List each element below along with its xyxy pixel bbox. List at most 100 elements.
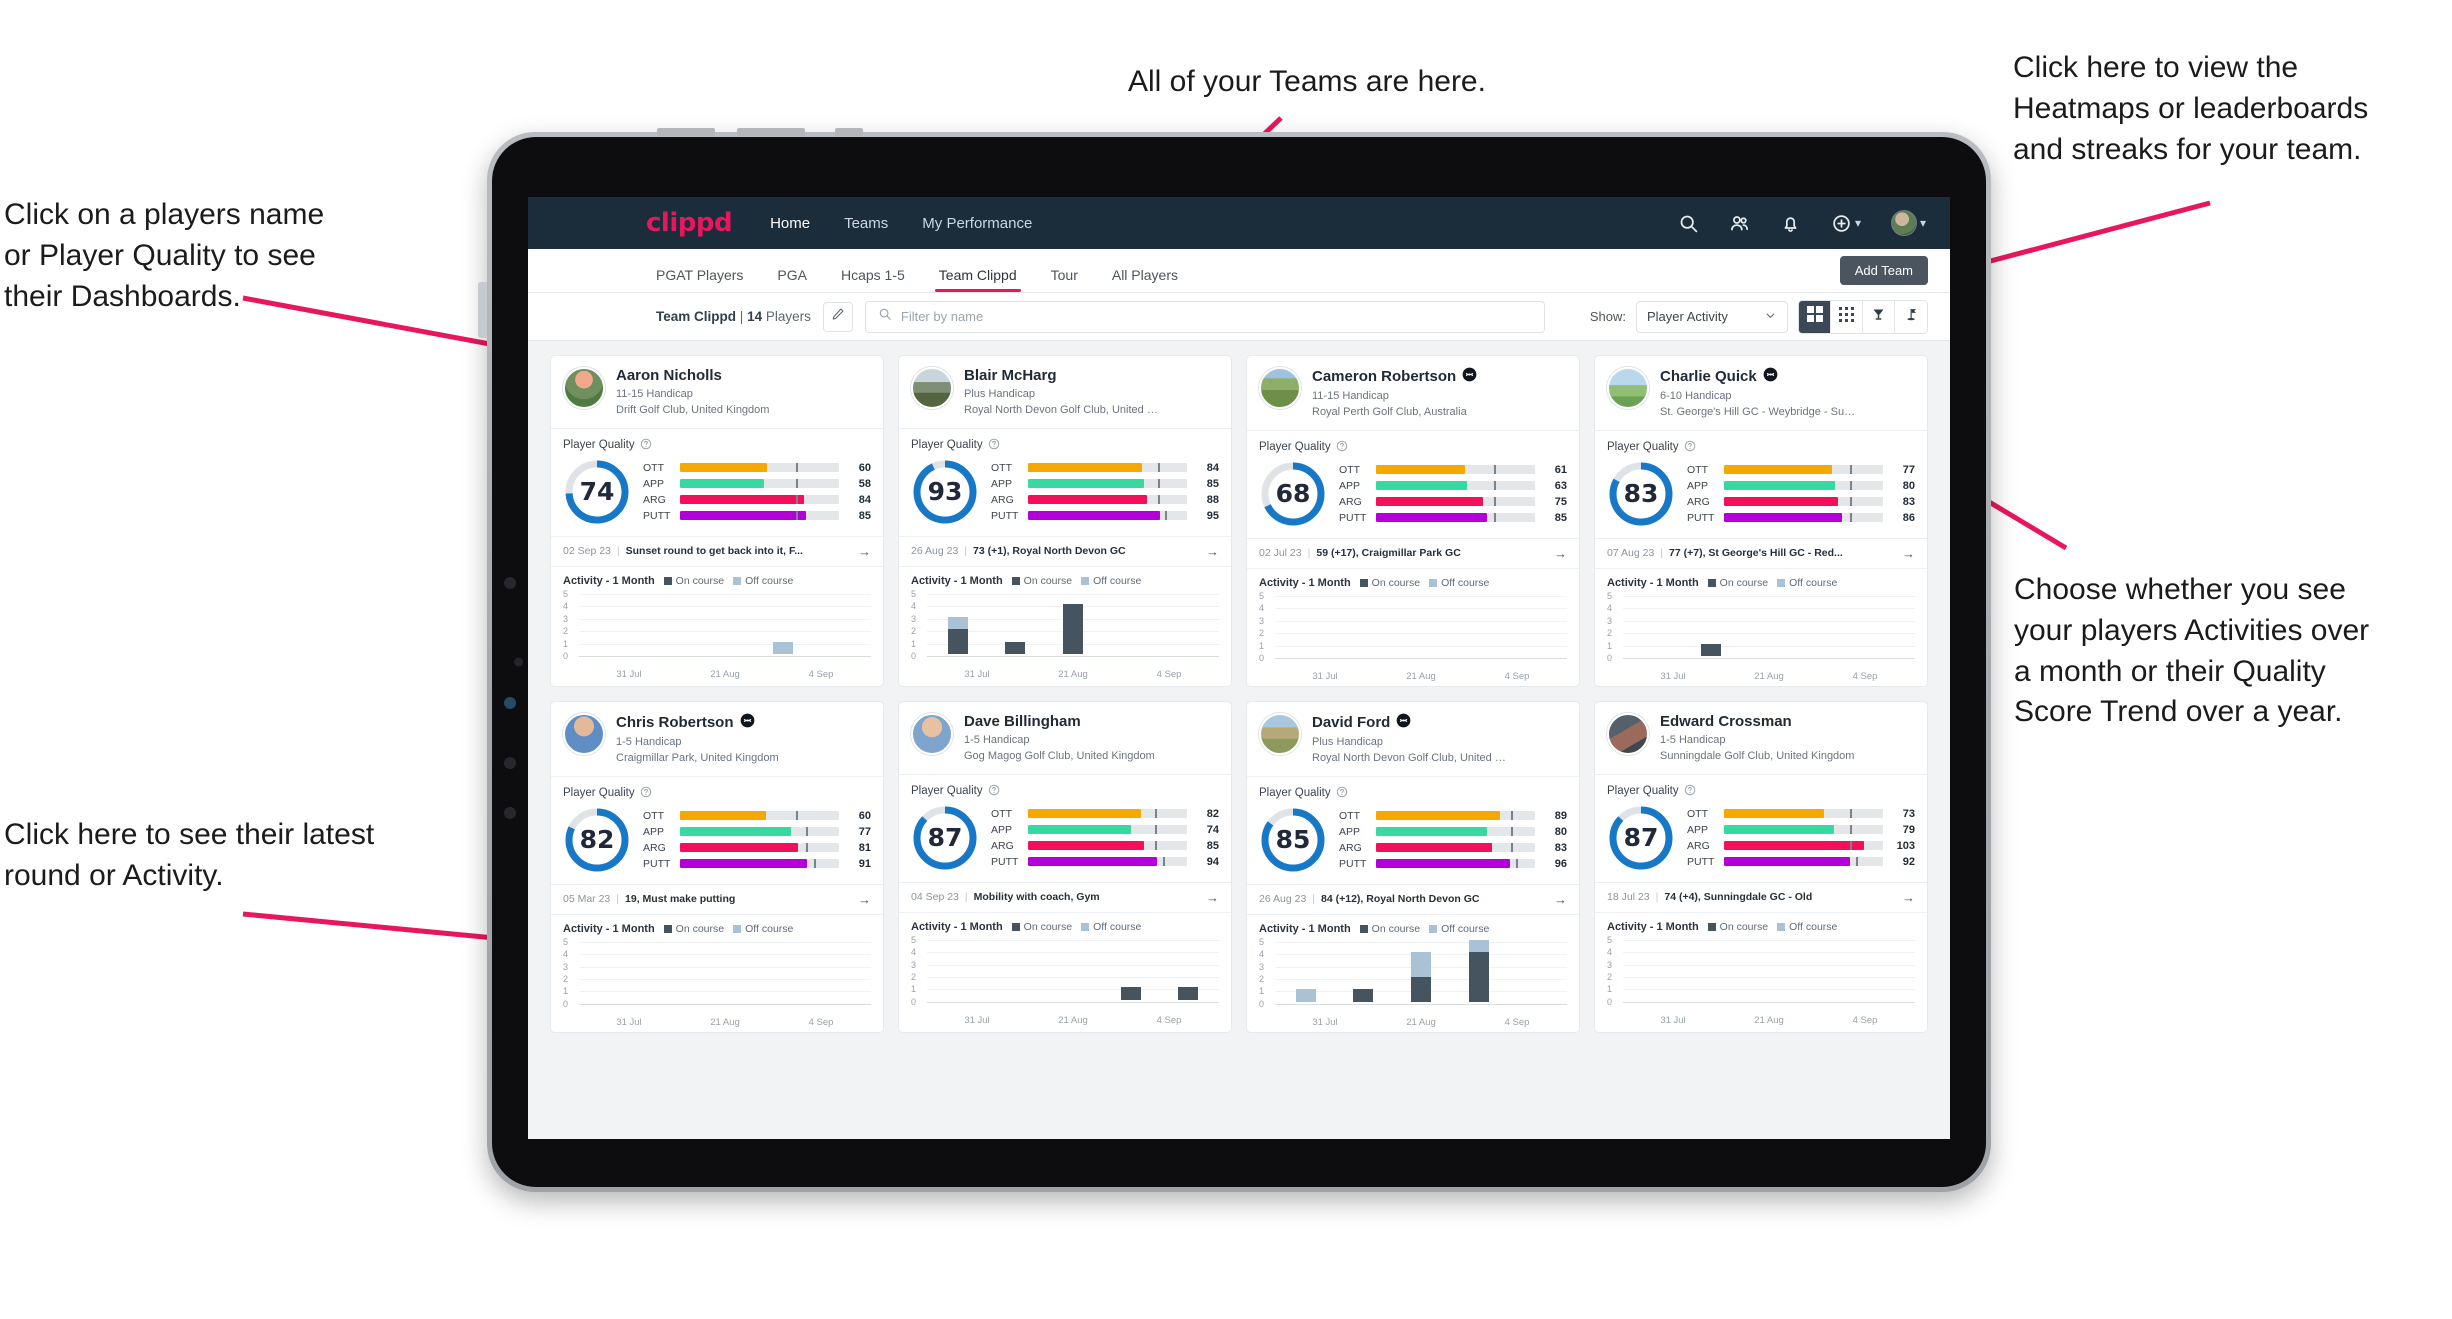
- view-leaderboard-button[interactable]: [1863, 300, 1895, 333]
- latest-activity-row[interactable]: 18 Jul 23 | 74 (+4), Sunningdale GC - Old →: [1595, 881, 1927, 912]
- nav-link-my-performance[interactable]: My Performance: [922, 215, 1032, 232]
- tab-all-players[interactable]: All Players: [1112, 267, 1178, 292]
- show-select[interactable]: Player Activity: [1636, 300, 1788, 333]
- latest-activity-row[interactable]: 02 Sep 23 | Sunset round to get back into …: [551, 535, 883, 566]
- arrow-right-icon[interactable]: →: [1206, 544, 1219, 559]
- tab-pgat-players[interactable]: PGAT Players: [656, 267, 743, 292]
- player-name[interactable]: Dave Billingham: [964, 713, 1155, 730]
- player-card-header[interactable]: Edward Crossman 1-5 Handicap Sunningdale G…: [1595, 702, 1927, 774]
- quality-metric-bars: OTT 60 APP 58 ARG 84 PUTT 85: [643, 462, 871, 522]
- metric-label: ARG: [1339, 841, 1362, 854]
- player-card-header[interactable]: David Ford Plus Handicap Royal North Devon…: [1247, 702, 1579, 776]
- player-quality-section[interactable]: Player Quality 74 OTT 60 APP 58 ARG 84 PUTT 85: [551, 429, 883, 536]
- avatar[interactable]: [1607, 712, 1649, 755]
- avatar[interactable]: [911, 367, 953, 409]
- avatar[interactable]: [1607, 367, 1649, 409]
- avatar[interactable]: [1259, 367, 1301, 409]
- question-circle-icon[interactable]: [988, 438, 1000, 453]
- arrow-right-icon[interactable]: →: [1206, 890, 1219, 905]
- player-card[interactable]: Cameron Robertson 11-15 Handicap Royal Per…: [1246, 355, 1580, 687]
- search-icon[interactable]: [1678, 213, 1699, 234]
- account-menu[interactable]: ▾: [1890, 210, 1926, 236]
- player-quality-section[interactable]: Player Quality 82 OTT 60 APP 77 ARG 81 PUTT 91: [551, 777, 883, 884]
- player-quality-section[interactable]: Player Quality 87 OTT 82 APP 74 ARG 85 PUTT 94: [899, 775, 1231, 882]
- tab-hcaps-1-5[interactable]: Hcaps 1-5: [841, 267, 905, 292]
- search-field-wrapper[interactable]: [864, 300, 1545, 333]
- player-quality-section[interactable]: Player Quality 93 OTT 84 APP 85 ARG 88 PUTT 95: [899, 429, 1231, 536]
- metric-value: 80: [1554, 825, 1567, 838]
- player-card-header[interactable]: Charlie Quick 6-10 Handicap St. George's H…: [1595, 356, 1927, 430]
- arrow-right-icon[interactable]: →: [1554, 546, 1567, 561]
- player-name[interactable]: David Ford: [1312, 713, 1508, 732]
- player-card[interactable]: Edward Crossman 1-5 Handicap Sunningdale G…: [1594, 700, 1928, 1033]
- latest-activity-row[interactable]: 07 Aug 23 | 77 (+7), St George's Hill GC -…: [1595, 537, 1927, 568]
- arrow-right-icon[interactable]: →: [858, 544, 871, 559]
- latest-activity-row[interactable]: 26 Aug 23 | 73 (+1), Royal North Devon GC →: [899, 535, 1231, 566]
- avatar[interactable]: [563, 712, 605, 755]
- player-card[interactable]: Dave Billingham 1-5 Handicap Gog Magog Gol…: [898, 700, 1232, 1033]
- question-circle-icon[interactable]: [1336, 440, 1348, 455]
- y-axis-tick: 1: [1607, 984, 1613, 995]
- tab-tour[interactable]: Tour: [1051, 267, 1078, 292]
- nav-link-teams[interactable]: Teams: [844, 215, 888, 232]
- arrow-right-icon[interactable]: →: [1554, 892, 1567, 907]
- search-input[interactable]: [900, 309, 1532, 324]
- player-card-header[interactable]: Cameron Robertson 11-15 Handicap Royal Per…: [1247, 356, 1579, 430]
- question-circle-icon[interactable]: [640, 438, 652, 453]
- player-card-header[interactable]: Blair McHarg Plus Handicap Royal North Dev…: [899, 356, 1231, 428]
- player-card-header[interactable]: Chris Robertson 1-5 Handicap Craigmillar P…: [551, 702, 883, 776]
- player-card[interactable]: Charlie Quick 6-10 Handicap St. George's H…: [1594, 355, 1928, 687]
- player-name[interactable]: Chris Robertson: [616, 713, 779, 732]
- player-card[interactable]: Blair McHarg Plus Handicap Royal North Dev…: [898, 355, 1232, 687]
- player-quality-section[interactable]: Player Quality 85 OTT 89 APP 80 ARG 83 PUTT 96: [1247, 777, 1579, 884]
- latest-activity-row[interactable]: 05 Mar 23 | 19, Must make putting →: [551, 883, 883, 914]
- activity-bars: [1277, 939, 1565, 1002]
- player-name[interactable]: Edward Crossman: [1660, 713, 1854, 730]
- clippd-logo[interactable]: clippd: [646, 208, 733, 238]
- player-name[interactable]: Cameron Robertson: [1312, 367, 1477, 386]
- latest-activity-row[interactable]: 04 Sep 23 | Mobility with coach, Gym →: [899, 881, 1231, 912]
- team-separator: |: [739, 309, 744, 324]
- arrow-right-icon[interactable]: →: [1902, 546, 1915, 561]
- player-card-header[interactable]: Aaron Nicholls 11-15 Handicap Drift Golf C…: [551, 356, 883, 428]
- player-quality-section[interactable]: Player Quality 83 OTT 77 APP 80 ARG 83 PUTT 86: [1595, 431, 1927, 538]
- player-card[interactable]: Chris Robertson 1-5 Handicap Craigmillar P…: [550, 700, 884, 1033]
- avatar[interactable]: [563, 367, 605, 409]
- latest-activity-row[interactable]: 02 Jul 23 | 59 (+17), Craigmillar Park GC →: [1247, 537, 1579, 568]
- question-circle-icon[interactable]: [1336, 786, 1348, 801]
- add-menu[interactable]: ▾: [1831, 213, 1861, 234]
- add-team-button[interactable]: Add Team: [1839, 256, 1928, 285]
- arrow-right-icon[interactable]: →: [858, 892, 871, 907]
- edit-team-button[interactable]: [822, 301, 853, 332]
- player-name[interactable]: Charlie Quick: [1660, 367, 1856, 386]
- player-card-header[interactable]: Dave Billingham 1-5 Handicap Gog Magog Gol…: [899, 702, 1231, 774]
- plus-circle-icon[interactable]: [1831, 213, 1852, 234]
- player-quality-section[interactable]: Player Quality 68 OTT 61 APP 63 ARG 75 PUTT 85: [1247, 431, 1579, 538]
- player-name[interactable]: Blair McHarg: [964, 367, 1160, 384]
- tab-team-clippd[interactable]: Team Clippd: [934, 267, 1021, 292]
- bell-icon[interactable]: [1780, 213, 1801, 234]
- question-circle-icon[interactable]: [1684, 784, 1696, 799]
- activity-chart-section: Activity - 1 Month On course Off course 5 4 3…: [1595, 911, 1927, 1030]
- player-quality-section[interactable]: Player Quality 87 OTT 73 APP 79 ARG 103 PUTT 92: [1595, 775, 1927, 882]
- avatar[interactable]: [1259, 712, 1301, 755]
- player-card[interactable]: David Ford Plus Handicap Royal North Devon…: [1246, 700, 1580, 1033]
- avatar[interactable]: [911, 712, 953, 755]
- arrow-right-icon[interactable]: →: [1902, 890, 1915, 905]
- question-circle-icon[interactable]: [640, 786, 652, 801]
- avatar[interactable]: [1890, 210, 1917, 236]
- question-circle-icon[interactable]: [988, 784, 1000, 799]
- view-grid-button[interactable]: [1799, 300, 1831, 333]
- player-cards-scroll[interactable]: Aaron Nicholls 11-15 Handicap Drift Golf C…: [528, 341, 1950, 1139]
- people-icon[interactable]: [1729, 213, 1750, 234]
- latest-activity-row[interactable]: 26 Aug 23 | 84 (+12), Royal North Devon GC…: [1247, 883, 1579, 914]
- nav-link-home[interactable]: Home: [770, 215, 810, 232]
- y-axis-tick: 2: [1607, 628, 1613, 639]
- question-circle-icon[interactable]: [1684, 440, 1696, 455]
- activity-slot: [581, 940, 639, 1002]
- view-dots-button[interactable]: [1831, 300, 1863, 333]
- player-name[interactable]: Aaron Nicholls: [616, 367, 769, 384]
- view-course-button[interactable]: [1895, 300, 1927, 333]
- tab-pga[interactable]: PGA: [777, 267, 807, 292]
- player-card[interactable]: Aaron Nicholls 11-15 Handicap Drift Golf C…: [550, 355, 884, 687]
